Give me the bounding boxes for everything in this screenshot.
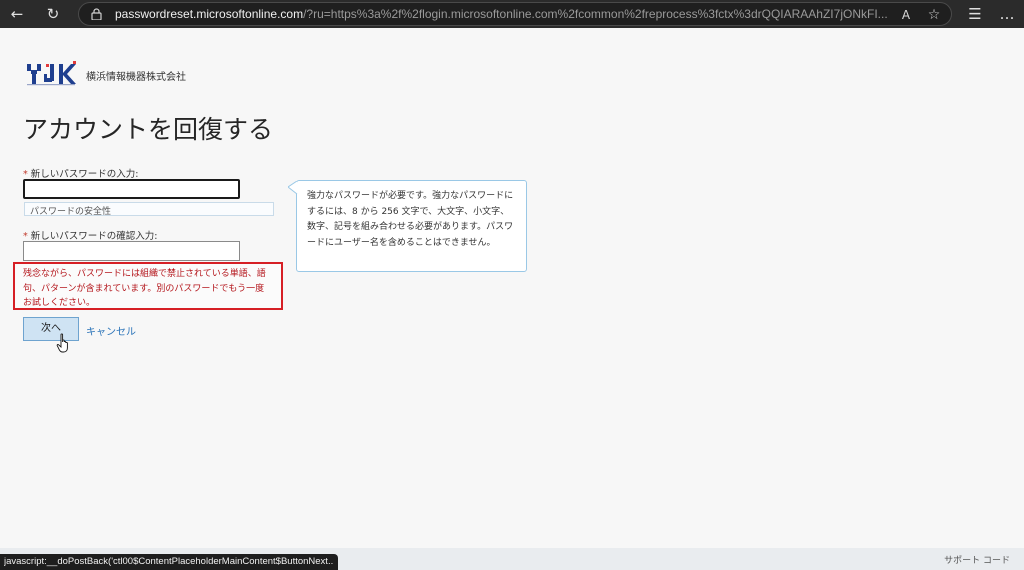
status-url-text: javascript:__doPostBack('ctl00$ContentPl… <box>4 556 334 567</box>
read-aloud-icon[interactable]: A <box>897 6 915 24</box>
favorite-star-icon[interactable]: ☆ <box>925 6 943 24</box>
yjk-logo-mark <box>27 61 76 86</box>
cancel-link[interactable]: キャンセル <box>86 323 136 338</box>
password-strength-meter: パスワードの安全性 <box>24 202 274 217</box>
hand-cursor-icon <box>56 333 68 353</box>
confirm-password-input[interactable] <box>23 241 240 261</box>
error-message: 残念ながら、パスワードには組織で禁止されている単語、語句、パターンが含まれていま… <box>23 269 266 308</box>
favorites-collection-icon[interactable]: ☰ <box>964 3 986 25</box>
url-text[interactable]: passwordreset.microsoftonline.com/?ru=ht… <box>115 7 891 21</box>
address-bar[interactable]: passwordreset.microsoftonline.com/?ru=ht… <box>78 2 952 26</box>
lock-icon[interactable] <box>91 8 102 20</box>
tooltip-arrow <box>288 181 298 195</box>
browser-status-bar: javascript:__doPostBack('ctl00$ContentPl… <box>0 554 338 570</box>
password-requirements-text: 強力なパスワードが必要です。強力なパスワードにするには、8 から 256 文字で… <box>307 191 514 248</box>
confirm-password-label: * 新しいパスワードの確認入力: <box>23 228 157 242</box>
support-code-link[interactable]: サポート コード <box>944 553 1010 566</box>
password-reset-page: 横浜情報機器株式会社 アカウントを回復する * 新しいパスワードの入力: パスワー… <box>0 28 1024 548</box>
url-path: /?ru=https%3a%2f%2flogin.microsoftonline… <box>303 7 888 21</box>
url-host: passwordreset.microsoftonline.com <box>115 7 304 21</box>
password-requirements-tooltip: 強力なパスワードが必要です。強力なパスワードにするには、8 から 256 文字で… <box>288 180 527 272</box>
browser-toolbar: ← ↻ passwordreset.microsoftonline.com/?r… <box>0 0 1024 28</box>
refresh-icon[interactable]: ↻ <box>42 3 64 25</box>
page-title: アカウントを回復する <box>23 115 274 144</box>
new-password-input[interactable] <box>23 179 240 199</box>
company-name: 横浜情報機器株式会社 <box>86 72 186 83</box>
more-options-icon[interactable]: … <box>996 3 1018 25</box>
new-password-label: * 新しいパスワードの入力: <box>23 166 138 180</box>
error-message-box: 残念ながら、パスワードには組織で禁止されている単語、語句、パターンが含まれていま… <box>13 262 283 310</box>
back-icon[interactable]: ← <box>6 3 28 25</box>
password-strength-label: パスワードの安全性 <box>30 207 112 217</box>
